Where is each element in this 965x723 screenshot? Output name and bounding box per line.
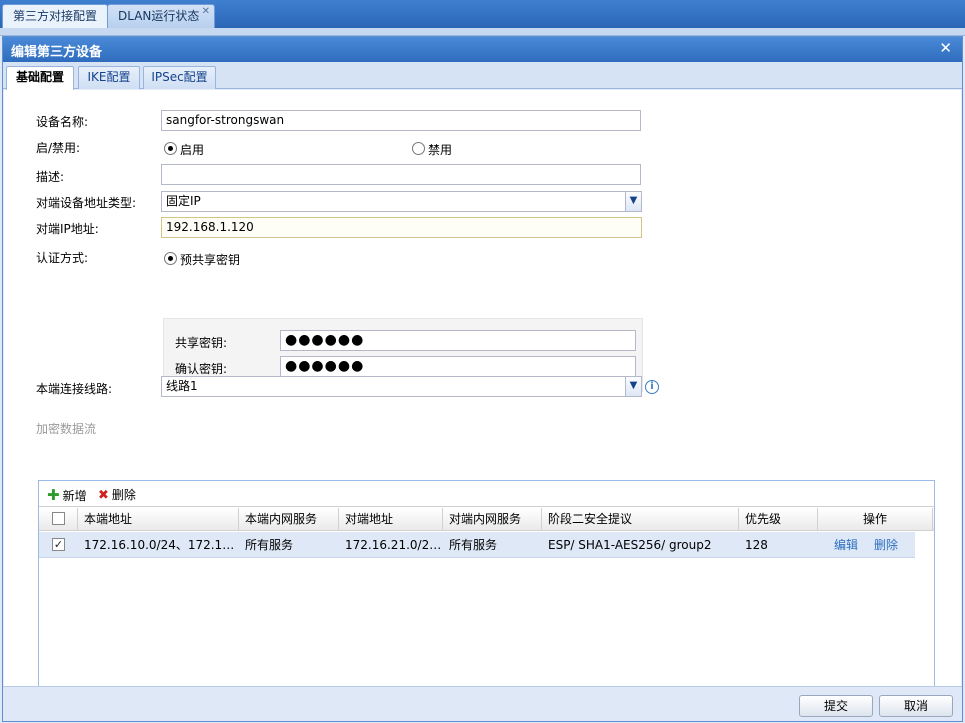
tab-label: 第三方对接配置 [13, 9, 98, 23]
enable-label: 启/禁用: [36, 141, 81, 155]
tab-dlan-status[interactable]: DLAN运行状态 ✕ [107, 4, 215, 28]
row-checkbox[interactable]: ✓ [52, 538, 65, 551]
dialog-footer: 提交 取消 [3, 686, 962, 721]
close-tab-icon[interactable]: ✕ [202, 1, 210, 23]
select-all-cell [39, 508, 78, 530]
peer-ip-label: 对端IP地址: [36, 222, 99, 236]
disable-radio-label: 禁用 [428, 143, 453, 157]
tab-label: IKE配置 [87, 70, 131, 84]
auth-label: 认证方式: [36, 251, 89, 265]
chevron-down-icon[interactable]: ▼ [625, 192, 641, 211]
delete-icon: ✖ [98, 488, 109, 503]
basic-config-panel: 设备名称: sangfor-strongswan 启/禁用: 启用 禁用 描述:… [4, 90, 961, 701]
psk-radio[interactable] [164, 252, 177, 265]
add-flow-button[interactable]: ✚ 新增 [47, 486, 87, 504]
local-line-label: 本端连接线路: [36, 382, 113, 396]
cell-local-addr: 172.16.10.0/24、172.16.... [84, 538, 238, 552]
dialog-title: 编辑第三方设备 [11, 45, 103, 60]
device-name-label: 设备名称: [36, 115, 89, 129]
confirm-key-label: 确认密钥: [175, 362, 228, 376]
delete-flow-label: 删除 [111, 488, 136, 502]
delete-row-link[interactable]: 删除 [874, 532, 898, 558]
edit-device-dialog: 编辑第三方设备 ✕ 基础配置 IKE配置 IPSec配置 设备名称: sangf… [2, 36, 963, 722]
col-peer-service[interactable]: 对端内网服务 [443, 508, 542, 530]
tab-label: 基础配置 [15, 70, 64, 84]
disable-radio[interactable] [412, 142, 425, 155]
top-tab-strip: 第三方对接配置 DLAN运行状态 ✕ [0, 0, 965, 28]
local-line-select[interactable]: 线路1 ▼ [161, 376, 642, 397]
table-row[interactable]: ✓ 172.16.10.0/24、172.16.... 所有服务 172.16.… [39, 532, 915, 558]
flow-section-title: 加密数据流 [36, 422, 97, 436]
tab-basic-config[interactable]: 基础配置 [6, 66, 74, 90]
shared-key-label: 共享密钥: [175, 336, 228, 350]
addr-type-value: 固定IP [166, 194, 201, 208]
cell-peer-service: 所有服务 [449, 538, 498, 552]
enable-radio-label: 启用 [180, 143, 205, 157]
edit-row-link[interactable]: 编辑 [834, 532, 858, 558]
sub-strip [0, 28, 965, 36]
close-icon[interactable]: ✕ [939, 39, 952, 57]
cancel-button[interactable]: 取消 [879, 695, 953, 717]
tab-ike-config[interactable]: IKE配置 [78, 66, 140, 89]
description-field[interactable] [161, 164, 641, 185]
cell-proposal: ESP/ SHA1-AES256/ group2 [548, 538, 712, 552]
device-name-field[interactable]: sangfor-strongswan [161, 110, 641, 131]
cell-local-service: 所有服务 [245, 538, 294, 552]
description-label: 描述: [36, 170, 65, 184]
tab-third-party-config[interactable]: 第三方对接配置 [2, 4, 109, 28]
plus-icon: ✚ [47, 486, 60, 504]
grid-header: 本端地址 本端内网服务 对端地址 对端内网服务 阶段二安全提议 优先级 操作 [39, 508, 934, 531]
cell-peer-addr: 172.16.21.0/24... [345, 538, 443, 552]
chevron-down-icon[interactable]: ▼ [625, 377, 641, 396]
flow-grid: ✚ 新增 ✖ 删除 本端地址 本端内网服务 对端地址 对端内网服务 阶段二安全提议 … [38, 480, 935, 701]
col-priority[interactable]: 优先级 [739, 508, 818, 530]
col-actions: 操作 [818, 508, 933, 530]
addr-type-select[interactable]: 固定IP ▼ [161, 191, 642, 212]
select-all-checkbox[interactable] [52, 512, 65, 525]
col-local-service[interactable]: 本端内网服务 [239, 508, 339, 530]
local-line-value: 线路1 [166, 379, 198, 393]
peer-ip-field[interactable]: 192.168.1.120 [161, 217, 642, 238]
tab-label: DLAN运行状态 [118, 9, 200, 23]
col-peer-addr[interactable]: 对端地址 [339, 508, 443, 530]
confirm-key-field[interactable]: ●●●●●● [280, 356, 636, 377]
info-icon[interactable]: i [645, 380, 659, 394]
shared-key-field[interactable]: ●●●●●● [280, 330, 636, 351]
dialog-header: 编辑第三方设备 ✕ [3, 37, 962, 62]
dialog-tabs: 基础配置 IKE配置 IPSec配置 [3, 62, 962, 90]
psk-radio-label: 预共享密钥 [180, 253, 241, 267]
grid-toolbar: ✚ 新增 ✖ 删除 [39, 481, 934, 507]
col-proposal[interactable]: 阶段二安全提议 [542, 508, 739, 530]
cell-priority: 128 [745, 538, 768, 552]
tab-label: IPSec配置 [151, 70, 208, 84]
addr-type-label: 对端设备地址类型: [36, 196, 137, 210]
submit-button[interactable]: 提交 [799, 695, 873, 717]
delete-flow-button[interactable]: ✖ 删除 [98, 486, 136, 503]
add-flow-label: 新增 [62, 489, 87, 503]
col-local-addr[interactable]: 本端地址 [78, 508, 239, 530]
enable-radio[interactable] [164, 142, 177, 155]
tab-ipsec-config[interactable]: IPSec配置 [143, 66, 216, 89]
